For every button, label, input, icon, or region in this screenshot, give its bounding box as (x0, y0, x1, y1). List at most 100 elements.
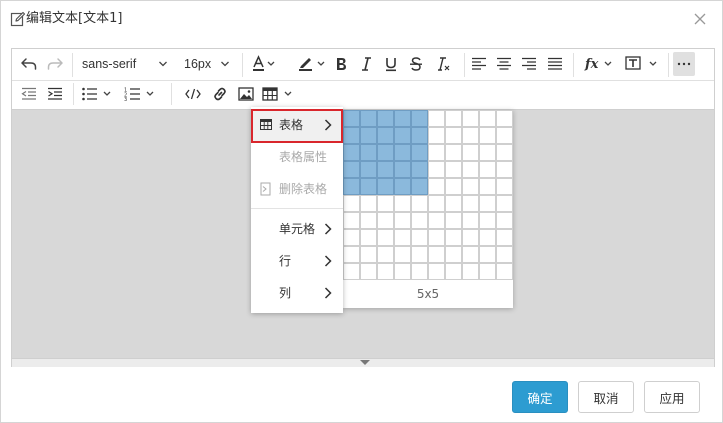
grid-cell[interactable] (462, 246, 479, 263)
grid-cell[interactable] (377, 161, 394, 178)
grid-cell[interactable] (360, 161, 377, 178)
grid-cell[interactable] (428, 178, 445, 195)
grid-cell[interactable] (394, 263, 411, 280)
grid-cell[interactable] (360, 229, 377, 246)
grid-cell[interactable] (343, 212, 360, 229)
grid-cell[interactable] (377, 178, 394, 195)
grid-cell[interactable] (445, 229, 462, 246)
grid-cell[interactable] (496, 178, 513, 195)
grid-cell[interactable] (394, 229, 411, 246)
grid-cell[interactable] (394, 212, 411, 229)
grid-cell[interactable] (343, 246, 360, 263)
grid-cell[interactable] (496, 161, 513, 178)
grid-cell[interactable] (496, 263, 513, 280)
grid-cell[interactable] (360, 195, 377, 212)
grid-cell[interactable] (462, 263, 479, 280)
grid-cell[interactable] (496, 110, 513, 127)
grid-cell[interactable] (496, 246, 513, 263)
bold-button[interactable] (330, 52, 352, 76)
grid-cell[interactable] (479, 246, 496, 263)
grid-cell[interactable] (496, 212, 513, 229)
grid-cell[interactable] (411, 263, 428, 280)
grid-cell[interactable] (445, 212, 462, 229)
grid-cell[interactable] (360, 110, 377, 127)
grid-cell[interactable] (377, 144, 394, 161)
table-grid[interactable] (343, 110, 513, 280)
grid-cell[interactable] (462, 195, 479, 212)
grid-cell[interactable] (360, 144, 377, 161)
grid-cell[interactable] (496, 144, 513, 161)
grid-cell[interactable] (394, 127, 411, 144)
more-button[interactable] (673, 52, 695, 76)
grid-cell[interactable] (479, 110, 496, 127)
grid-cell[interactable] (445, 195, 462, 212)
grid-cell[interactable] (377, 195, 394, 212)
outdent-button[interactable] (17, 82, 41, 106)
grid-cell[interactable] (462, 161, 479, 178)
grid-cell[interactable] (462, 212, 479, 229)
grid-cell[interactable] (411, 212, 428, 229)
grid-cell[interactable] (360, 246, 377, 263)
grid-cell[interactable] (428, 195, 445, 212)
grid-cell[interactable] (445, 178, 462, 195)
grid-cell[interactable] (377, 110, 394, 127)
grid-cell[interactable] (377, 263, 394, 280)
bullet-list-button[interactable] (79, 82, 117, 106)
grid-cell[interactable] (360, 263, 377, 280)
grid-cell[interactable] (428, 212, 445, 229)
undo-button[interactable] (17, 52, 41, 76)
grid-cell[interactable] (343, 161, 360, 178)
grid-cell[interactable] (394, 195, 411, 212)
grid-cell[interactable] (394, 178, 411, 195)
align-center-button[interactable] (493, 52, 515, 76)
underline-button[interactable] (380, 52, 402, 76)
grid-cell[interactable] (360, 178, 377, 195)
menu-item-delete-table[interactable]: 删除表格 (251, 173, 343, 205)
align-justify-button[interactable] (544, 52, 566, 76)
editor-resize-bar[interactable] (12, 358, 714, 367)
grid-cell[interactable] (411, 229, 428, 246)
close-icon[interactable] (691, 10, 709, 28)
grid-cell[interactable] (496, 195, 513, 212)
grid-cell[interactable] (445, 144, 462, 161)
redo-button[interactable] (43, 52, 67, 76)
text-color-button[interactable] (248, 52, 278, 76)
menu-item-cell[interactable]: 单元格 (251, 213, 343, 245)
grid-cell[interactable] (428, 144, 445, 161)
grid-cell[interactable] (377, 127, 394, 144)
code-button[interactable] (181, 82, 205, 106)
ok-button[interactable]: 确定 (512, 381, 568, 413)
grid-cell[interactable] (445, 161, 462, 178)
menu-item-table[interactable]: 表格 (251, 109, 343, 143)
grid-cell[interactable] (428, 263, 445, 280)
grid-cell[interactable] (343, 144, 360, 161)
grid-cell[interactable] (411, 246, 428, 263)
grid-cell[interactable] (394, 246, 411, 263)
menu-item-table-properties[interactable]: 表格属性 (251, 141, 343, 173)
grid-cell[interactable] (343, 110, 360, 127)
grid-cell[interactable] (411, 127, 428, 144)
text-box-button[interactable] (622, 52, 662, 76)
table-button[interactable] (260, 82, 300, 106)
highlight-button[interactable] (295, 52, 329, 76)
grid-cell[interactable] (479, 178, 496, 195)
grid-cell[interactable] (411, 144, 428, 161)
grid-cell[interactable] (445, 246, 462, 263)
grid-cell[interactable] (394, 110, 411, 127)
grid-cell[interactable] (343, 195, 360, 212)
grid-cell[interactable] (462, 144, 479, 161)
align-right-button[interactable] (518, 52, 540, 76)
grid-cell[interactable] (479, 229, 496, 246)
link-button[interactable] (208, 82, 232, 106)
grid-cell[interactable] (496, 127, 513, 144)
grid-cell[interactable] (377, 212, 394, 229)
grid-cell[interactable] (343, 127, 360, 144)
grid-cell[interactable] (411, 110, 428, 127)
formula-button[interactable]: fx (581, 52, 617, 76)
grid-cell[interactable] (411, 195, 428, 212)
grid-cell[interactable] (479, 212, 496, 229)
font-size-select[interactable]: 16px (180, 52, 234, 76)
grid-cell[interactable] (343, 263, 360, 280)
resize-handle-icon[interactable] (360, 360, 370, 365)
grid-cell[interactable] (479, 144, 496, 161)
